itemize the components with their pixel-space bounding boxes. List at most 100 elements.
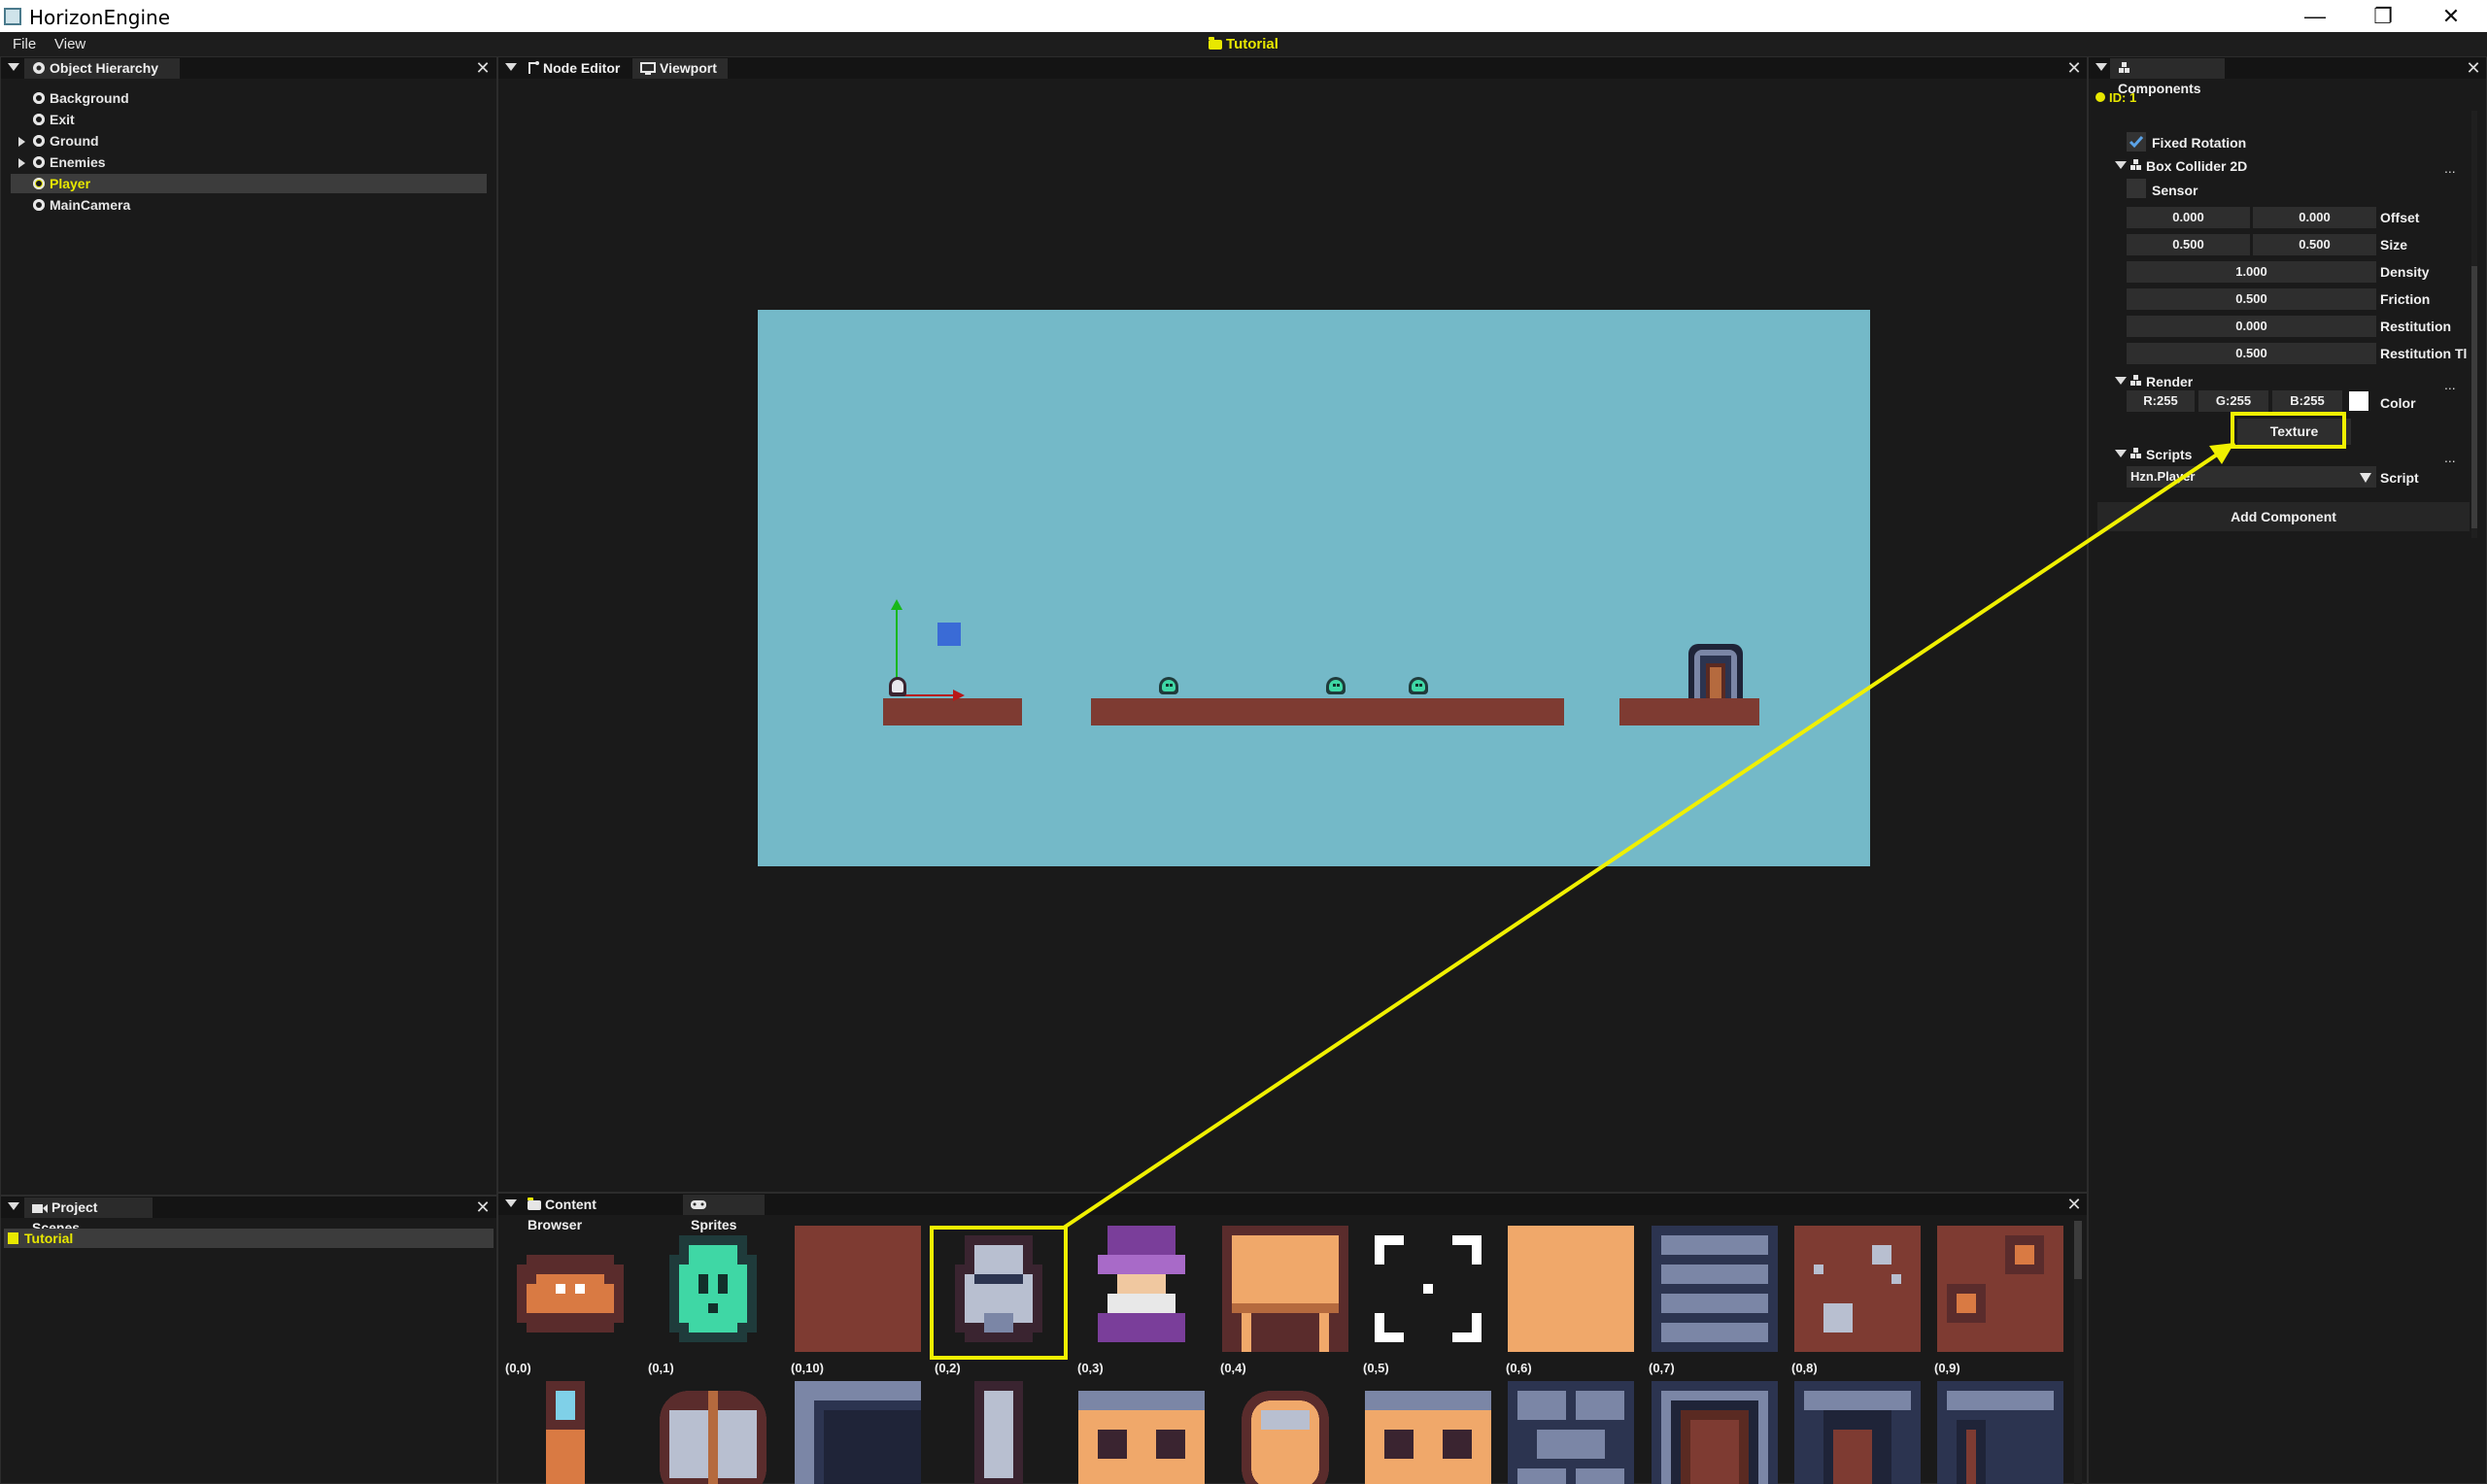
panel-menu-caret-icon[interactable] — [505, 63, 517, 71]
friction-field[interactable]: 0.500 — [2127, 288, 2376, 310]
sprite-tile[interactable] — [1652, 1381, 1778, 1484]
restore-button[interactable]: ❐ — [2354, 0, 2412, 32]
sprite-tile[interactable] — [936, 1381, 1062, 1484]
scene-view[interactable] — [758, 310, 1870, 866]
density-label: Density — [2380, 264, 2430, 280]
close-panel-icon[interactable]: ✕ — [472, 1197, 494, 1218]
offset-x-field[interactable]: 0.000 — [2127, 207, 2250, 228]
tab-viewport[interactable]: Viewport — [632, 58, 728, 79]
tab-project-scenes[interactable]: Project Scenes — [24, 1197, 153, 1235]
script-label: Script — [2380, 470, 2419, 486]
window-titlebar: HorizonEngine — ❐ ✕ — [0, 0, 2487, 32]
tab-content-browser[interactable]: Content Browser — [520, 1195, 664, 1232]
hierarchy-item-exit[interactable]: Exit — [11, 110, 487, 129]
panel-menu-caret-icon[interactable] — [2095, 63, 2107, 71]
sprite-tile[interactable] — [795, 1226, 921, 1352]
color-swatch[interactable] — [2349, 391, 2368, 411]
scrollbar-thumb[interactable] — [2471, 266, 2477, 528]
components-panel: Components ✕ ID: 1 Fixed Rotation Box Co… — [2088, 56, 2487, 1484]
scripts-title[interactable]: Scripts — [2146, 447, 2192, 462]
components-icon — [2130, 448, 2141, 458]
sprite-tile[interactable] — [507, 1381, 633, 1484]
ground-platform[interactable] — [1619, 698, 1759, 725]
close-window-button[interactable]: ✕ — [2422, 0, 2480, 32]
add-component-button[interactable]: Add Component — [2097, 502, 2470, 531]
panel-header: Object Hierarchy ✕ — [1, 57, 496, 79]
size-x-field[interactable]: 0.500 — [2127, 234, 2250, 255]
enemy-slime[interactable] — [1324, 673, 1347, 694]
enemy-slime[interactable] — [1157, 673, 1180, 694]
tab-sprites[interactable]: Sprites — [683, 1195, 765, 1232]
collapse-caret-icon[interactable] — [2115, 161, 2127, 169]
sprite-tile[interactable] — [1937, 1226, 2063, 1352]
sensor-checkbox[interactable] — [2127, 179, 2146, 198]
ground-platform[interactable] — [1091, 698, 1564, 725]
restitution-threshold-field[interactable]: 0.500 — [2127, 343, 2376, 364]
sprite-tile[interactable] — [1078, 1381, 1205, 1484]
panel-menu-caret-icon[interactable] — [8, 1202, 19, 1210]
panel-menu-caret-icon[interactable] — [505, 1199, 517, 1207]
tab-node-editor[interactable]: Node Editor — [520, 58, 636, 79]
sprite-tile[interactable] — [1508, 1226, 1634, 1352]
content-scrollbar[interactable] — [2074, 1221, 2082, 1484]
sprite-tile[interactable] — [1222, 1226, 1348, 1352]
hierarchy-item-enemies[interactable]: Enemies — [11, 152, 487, 172]
sprite-tile[interactable] — [1222, 1381, 1348, 1484]
box-collider-more-button[interactable]: ... — [2444, 160, 2456, 176]
player-sprite[interactable] — [887, 675, 908, 698]
sprite-tile[interactable] — [650, 1381, 776, 1484]
sprite-tile[interactable] — [1794, 1381, 1921, 1484]
script-select[interactable]: Hzn.Player — [2127, 466, 2376, 488]
sprite-tile[interactable] — [1365, 1381, 1491, 1484]
sprite-tile[interactable] — [1937, 1381, 2063, 1484]
enemy-slime[interactable] — [1407, 673, 1430, 694]
item-label: Background — [50, 90, 129, 106]
components-scrollbar[interactable] — [2471, 111, 2477, 538]
sprite-tile[interactable] — [795, 1381, 921, 1484]
color-r-field[interactable]: R:255 — [2127, 390, 2195, 412]
render-more-button[interactable]: ... — [2444, 377, 2456, 392]
scene-item-tutorial[interactable]: Tutorial — [4, 1229, 494, 1248]
expand-arrow-icon[interactable] — [18, 137, 25, 147]
hierarchy-item-ground[interactable]: Ground — [11, 131, 487, 151]
hierarchy-item-maincamera[interactable]: MainCamera — [11, 195, 487, 215]
exit-door[interactable] — [1688, 644, 1743, 698]
panel-menu-caret-icon[interactable] — [8, 63, 19, 71]
size-y-field[interactable]: 0.500 — [2253, 234, 2376, 255]
close-panel-icon[interactable]: ✕ — [2063, 57, 2085, 79]
tab-components[interactable]: Components — [2110, 58, 2225, 96]
box-collider-title[interactable]: Box Collider 2D — [2146, 158, 2247, 174]
sprite-tile[interactable] — [1508, 1381, 1634, 1484]
collapse-caret-icon[interactable] — [2115, 377, 2127, 385]
close-panel-icon[interactable]: ✕ — [2063, 1194, 2085, 1215]
fixed-rotation-label: Fixed Rotation — [2152, 135, 2247, 151]
sprite-tile[interactable] — [507, 1226, 633, 1352]
close-panel-icon[interactable]: ✕ — [2463, 57, 2484, 79]
sprite-tile[interactable] — [650, 1226, 776, 1352]
restitution-field[interactable]: 0.000 — [2127, 316, 2376, 337]
expand-arrow-icon[interactable] — [18, 158, 25, 168]
camera-icon — [32, 1204, 48, 1213]
sprite-tile[interactable] — [1652, 1226, 1778, 1352]
minimize-button[interactable]: — — [2286, 0, 2344, 32]
render-title[interactable]: Render — [2146, 374, 2193, 389]
tab-object-hierarchy[interactable]: Object Hierarchy — [24, 58, 180, 79]
fixed-rotation-checkbox[interactable] — [2127, 132, 2146, 152]
sprite-tile[interactable] — [1365, 1226, 1491, 1352]
close-panel-icon[interactable]: ✕ — [472, 57, 494, 79]
offset-y-field[interactable]: 0.000 — [2253, 207, 2376, 228]
sprite-tile[interactable] — [1794, 1226, 1921, 1352]
entity-id: ID: 1 — [2095, 90, 2136, 105]
sprite-tile[interactable] — [1078, 1226, 1205, 1352]
color-g-field[interactable]: G:255 — [2198, 390, 2268, 412]
collapse-caret-icon[interactable] — [2115, 450, 2127, 457]
panel-header: Content Browser Sprites ✕ — [498, 1194, 2087, 1232]
gizmo-plane-handle[interactable] — [937, 623, 961, 646]
color-b-field[interactable]: B:255 — [2272, 390, 2342, 412]
density-field[interactable]: 1.000 — [2127, 261, 2376, 283]
offset-label: Offset — [2380, 210, 2420, 225]
scrollbar-thumb[interactable] — [2074, 1221, 2082, 1279]
scripts-more-button[interactable]: ... — [2444, 450, 2456, 465]
hierarchy-item-player[interactable]: Player — [11, 174, 487, 193]
hierarchy-item-background[interactable]: Background — [11, 88, 487, 108]
